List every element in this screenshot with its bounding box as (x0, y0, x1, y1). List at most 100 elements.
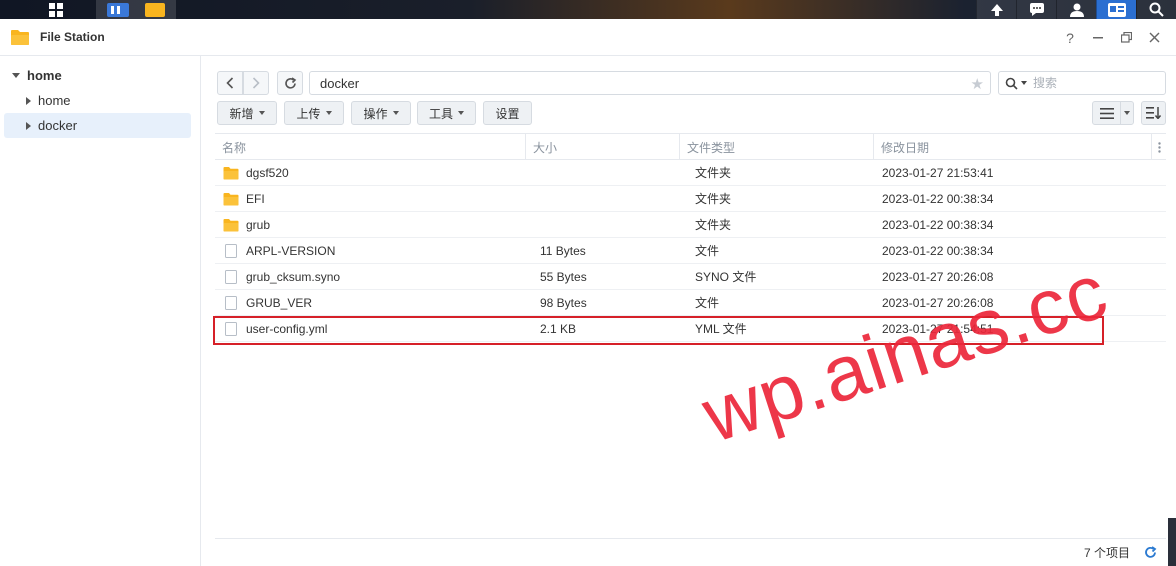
table-header: 名称 大小 文件类型 修改日期 (215, 133, 1166, 160)
cell-modified: 2023-01-22 00:38:34 (882, 191, 994, 206)
view-dropdown-button[interactable] (1120, 101, 1134, 125)
chat-icon[interactable] (1016, 0, 1056, 19)
column-header-size[interactable]: 大小 (526, 134, 680, 160)
cell-name: ARPL-VERSION (215, 238, 526, 263)
tree-root-home[interactable]: home (12, 68, 62, 83)
forward-button[interactable] (243, 71, 269, 95)
folder-icon (223, 192, 246, 206)
cell-type: 文件夹 (695, 218, 732, 232)
cell-type: 文件夹 (695, 166, 732, 180)
scrollbar[interactable] (1168, 518, 1176, 566)
new-button-label: 新增 (229, 106, 254, 121)
main-menu-icon[interactable] (38, 0, 74, 19)
chevron-down-icon (325, 111, 332, 115)
upload-button[interactable]: 上传 (284, 101, 344, 125)
minimize-icon[interactable] (1084, 24, 1112, 52)
cell-size: 11 Bytes (540, 243, 586, 258)
chevron-left-icon (226, 77, 234, 89)
tools-button[interactable]: 工具 (417, 101, 476, 125)
refresh-list-button[interactable] (1140, 543, 1160, 563)
file-name: grub (246, 217, 271, 232)
column-header-modified[interactable]: 修改日期 (874, 134, 1152, 160)
search-box[interactable] (998, 71, 1166, 95)
path-bar[interactable]: docker ★ (309, 71, 991, 95)
column-header-name[interactable]: 名称 (215, 134, 526, 160)
folder-icon (223, 166, 246, 180)
chevron-right-icon[interactable] (26, 96, 31, 105)
column-header-type[interactable]: 文件类型 (680, 134, 874, 160)
file-icon (223, 243, 246, 258)
list-view-button[interactable] (1092, 101, 1121, 125)
window-controls: ? (1056, 19, 1168, 56)
cell-modified: 2023-01-22 00:38:34 (882, 243, 994, 258)
table-row[interactable]: ARPL-VERSION 11 Bytes 文件 2023-01-22 00:38:3… (215, 238, 1166, 264)
file-name: ARPL-VERSION (246, 243, 336, 258)
chevron-right-icon[interactable] (26, 121, 31, 130)
settings-button-label: 设置 (495, 106, 520, 121)
folder-icon (223, 218, 246, 232)
item-count: 7 个项目 (1083, 546, 1130, 560)
sort-icon (1146, 107, 1161, 119)
window-title: File Station (40, 30, 105, 44)
path-text: docker (320, 75, 360, 91)
chevron-down-icon (458, 111, 464, 115)
cell-name: dgsf520 (215, 160, 526, 185)
help-icon[interactable]: ? (1056, 24, 1084, 52)
sidebar-item-home[interactable]: home (4, 88, 191, 113)
file-station-taskbar-icon[interactable] (145, 2, 165, 17)
cell-size (526, 160, 680, 185)
star-icon[interactable]: ★ (971, 75, 984, 93)
search-input[interactable] (1033, 76, 1153, 90)
chevron-down-icon[interactable] (1021, 81, 1027, 85)
table-row[interactable]: dgsf520 文件夹 2023-01-27 21:53:41 (215, 160, 1166, 186)
close-icon[interactable] (1140, 24, 1168, 52)
upload-button-label: 上传 (296, 106, 321, 121)
chevron-down-icon (392, 111, 399, 115)
cell-size (526, 212, 680, 237)
settings-button[interactable]: 设置 (483, 101, 532, 125)
sidebar: home home docker (0, 56, 201, 566)
control-panel-icon[interactable] (107, 2, 129, 17)
file-name: EFI (246, 191, 265, 206)
cell-size: 55 Bytes (540, 269, 587, 284)
action-button[interactable]: 操作 (351, 101, 411, 125)
status-bar: 7 个项目 (215, 538, 1166, 566)
taskbar (0, 0, 1176, 19)
file-name: grub_cksum.syno (246, 269, 341, 284)
sort-button[interactable] (1141, 101, 1166, 125)
search-icon[interactable] (1136, 0, 1176, 19)
tools-button-label: 工具 (428, 106, 453, 121)
new-button[interactable]: 新增 (217, 101, 277, 125)
cell-name: grub_cksum.syno (215, 264, 526, 289)
table-row[interactable]: grub 文件夹 2023-01-22 00:38:34 (215, 212, 1166, 238)
file-name: GRUB_VER (246, 295, 313, 310)
cell-type: 文件 (695, 244, 720, 258)
search-icon (1005, 77, 1018, 90)
table-row[interactable]: EFI 文件夹 2023-01-22 00:38:34 (215, 186, 1166, 212)
upload-status-icon[interactable] (976, 0, 1016, 19)
cell-type: 文件 (695, 296, 720, 310)
sidebar-item-label: docker (38, 118, 78, 133)
restore-icon[interactable] (1112, 24, 1140, 52)
back-button[interactable] (217, 71, 243, 95)
cell-size (526, 186, 680, 211)
action-button-label: 操作 (363, 106, 388, 121)
taskbar-apps (96, 0, 176, 19)
sidebar-item-label: home (38, 93, 71, 108)
chevron-down-icon[interactable] (12, 73, 20, 78)
widgets-icon[interactable] (1096, 0, 1136, 19)
chevron-down-icon (258, 111, 265, 115)
tree-root-label: home (27, 68, 62, 83)
user-icon[interactable] (1056, 0, 1096, 19)
file-icon (223, 295, 246, 310)
refresh-button[interactable] (277, 71, 303, 95)
cell-type: 文件夹 (695, 192, 732, 206)
column-menu-icon[interactable] (1152, 134, 1166, 160)
refresh-icon (1144, 546, 1156, 558)
cell-name: EFI (215, 186, 526, 211)
file-station-icon (11, 30, 29, 45)
list-view-icon (1099, 107, 1114, 119)
cell-name: GRUB_VER (215, 290, 526, 315)
sidebar-item-docker[interactable]: docker (4, 113, 191, 138)
cell-name: grub (215, 212, 526, 237)
